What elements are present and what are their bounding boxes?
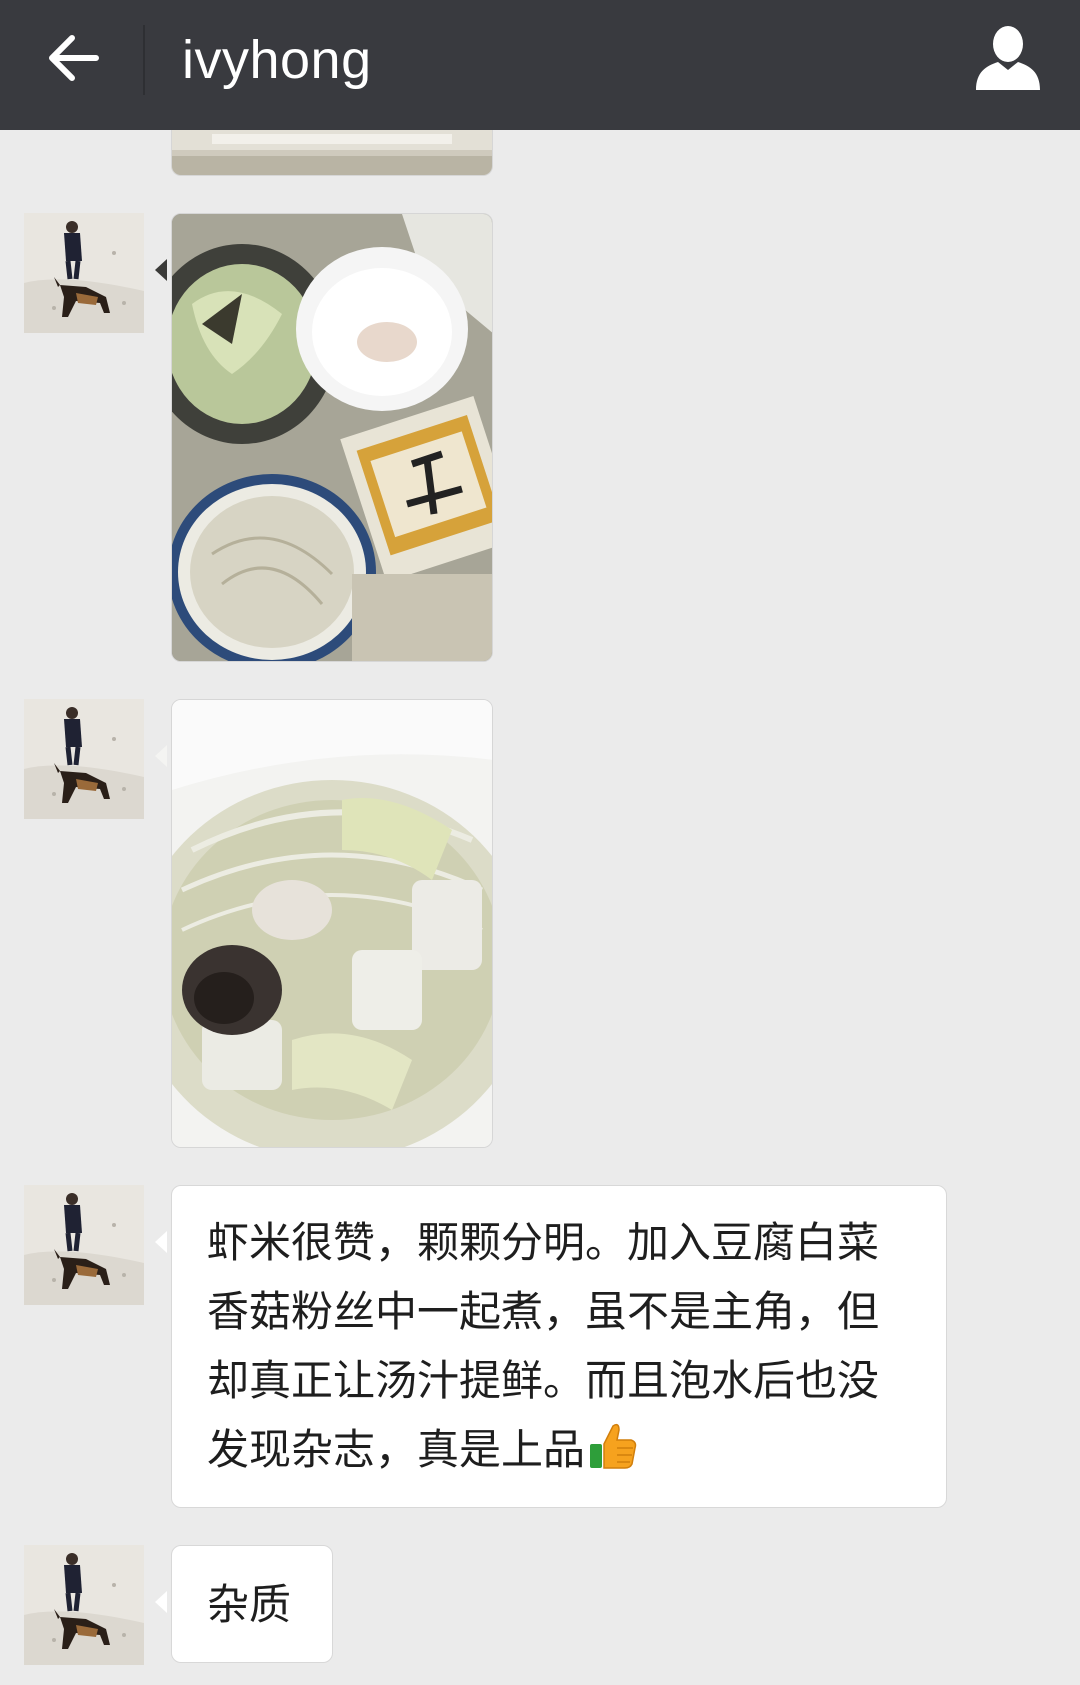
- chat-title: ivyhong: [182, 30, 372, 90]
- avatar[interactable]: [24, 1185, 144, 1305]
- message-text: 虾米很赞，颗颗分明。加入豆腐白菜香菇粉丝中一起煮，虽不是主角，但却真正让汤汁提鲜…: [207, 1218, 880, 1474]
- food-photo: [172, 130, 492, 175]
- bubble-tail: [155, 1231, 167, 1253]
- photo-message[interactable]: [171, 699, 493, 1148]
- avatar-image: [24, 1185, 144, 1305]
- avatar[interactable]: [24, 1545, 144, 1665]
- header-divider: [143, 25, 145, 95]
- avatar-image: [24, 699, 144, 819]
- photo-message[interactable]: [171, 213, 493, 662]
- avatar-image: [24, 213, 144, 333]
- back-button[interactable]: [30, 18, 126, 114]
- avatar-image: [24, 1545, 144, 1665]
- message-text: 杂质: [207, 1580, 292, 1629]
- avatar[interactable]: [24, 699, 144, 819]
- bubble-tail: [155, 259, 167, 281]
- arrow-left-icon: [49, 35, 99, 81]
- thumbs-up-icon: [590, 1423, 637, 1469]
- avatar[interactable]: [24, 213, 144, 333]
- photo-message[interactable]: [171, 130, 493, 176]
- profile-button[interactable]: [970, 20, 1046, 96]
- person-icon: [976, 26, 1040, 90]
- text-bubble[interactable]: 虾米很赞，颗颗分明。加入豆腐白菜香菇粉丝中一起煮，虽不是主角，但却真正让汤汁提鲜…: [171, 1185, 947, 1508]
- bubble-tail: [155, 1591, 167, 1613]
- bubble-tail: [155, 745, 167, 767]
- text-bubble[interactable]: 杂质: [171, 1545, 333, 1663]
- top-bar: ivyhong: [0, 0, 1080, 130]
- ingredients-photo: [172, 214, 492, 661]
- soup-photo: [172, 700, 492, 1147]
